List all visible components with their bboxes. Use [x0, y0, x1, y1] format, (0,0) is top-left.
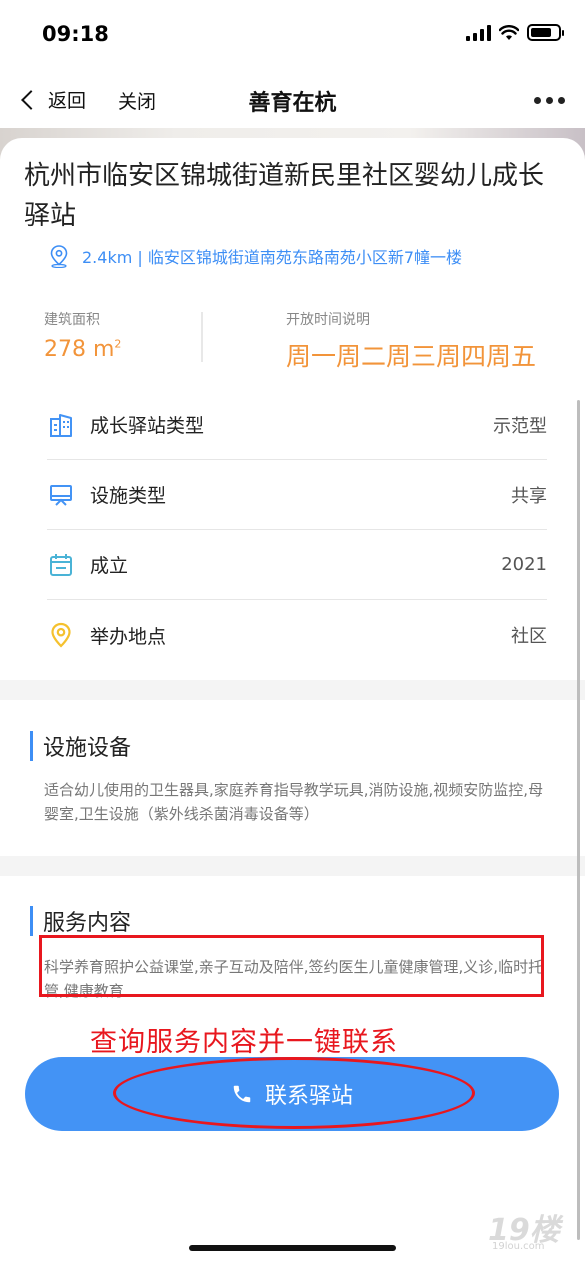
address-text: 2.4km | 临安区锦城街道南苑东路南苑小区新7幢一楼: [82, 248, 463, 267]
services-heading: 服务内容: [30, 905, 131, 937]
more-menu-icon[interactable]: [534, 97, 565, 104]
status-icons: [466, 24, 564, 41]
area-stat: 建筑面积 278 m2: [44, 309, 121, 362]
area-value: 278 m2: [44, 337, 122, 362]
info-row-facility-type: 设施类型 共享: [47, 460, 547, 530]
info-row-station-type: 成长驿站类型 示范型: [47, 390, 547, 460]
info-value: 2021: [501, 554, 547, 575]
hours-label: 开放时间说明: [286, 312, 370, 328]
info-value: 示范型: [493, 415, 547, 437]
hours-stat: 开放时间说明 周一周二周三周四周五: [286, 309, 536, 373]
battery-icon: [527, 24, 564, 41]
nav-bar: 返回 关闭 善育在杭: [0, 70, 585, 128]
facilities-heading: 设施设备: [30, 730, 131, 762]
info-row-venue: 举办地点 社区: [47, 600, 547, 670]
area-label: 建筑面积: [44, 312, 100, 328]
contact-button-label: 联系驿站: [264, 1084, 353, 1109]
building-icon: [47, 411, 75, 439]
watermark-url: 19lou.com: [492, 1241, 545, 1252]
page-title: 善育在杭: [248, 91, 337, 116]
wifi-icon: [499, 24, 519, 40]
info-label: 成立: [90, 555, 129, 577]
section-separator: [0, 680, 585, 700]
annotation-caption: 查询服务内容并一键联系: [90, 1027, 398, 1058]
heading-accent-bar: [30, 906, 33, 936]
services-title: 服务内容: [43, 911, 132, 936]
info-value: 共享: [511, 485, 547, 507]
info-label: 设施类型: [90, 485, 167, 507]
info-value: 社区: [511, 626, 547, 647]
info-label: 举办地点: [90, 625, 167, 648]
heading-accent-bar: [30, 731, 33, 761]
hours-value: 周一周二周三周四周五: [286, 342, 537, 371]
contact-station-button[interactable]: 联系驿站: [25, 1057, 559, 1131]
section-separator: [0, 856, 585, 876]
address-link[interactable]: 2.4km | 临安区锦城街道南苑东路南苑小区新7幢一楼: [48, 244, 462, 268]
facilities-text: 适合幼儿使用的卫生器具,家庭养育指导教学玩具,消防设施,视频安防监控,母婴室,卫…: [44, 781, 544, 823]
station-title: 杭州市临安区锦城街道新民里社区婴幼儿成长驿站: [24, 161, 545, 231]
status-bar: 09:18: [0, 0, 585, 70]
phone-icon: [233, 1085, 251, 1103]
location-icon: [47, 621, 75, 649]
info-row-established: 成立 2021: [47, 530, 547, 600]
calendar-icon: [47, 551, 75, 579]
location-pin-icon: [50, 245, 68, 268]
signal-icon: [466, 24, 491, 41]
status-time: 09:18: [42, 22, 109, 46]
facilities-title: 设施设备: [43, 736, 132, 761]
info-label: 成长驿站类型: [90, 415, 205, 437]
stats-divider: [201, 312, 203, 362]
scrollbar[interactable]: [577, 400, 580, 1240]
annotation-highlight-box: [39, 935, 544, 997]
home-indicator[interactable]: [189, 1245, 396, 1251]
monitor-icon: [47, 481, 75, 509]
